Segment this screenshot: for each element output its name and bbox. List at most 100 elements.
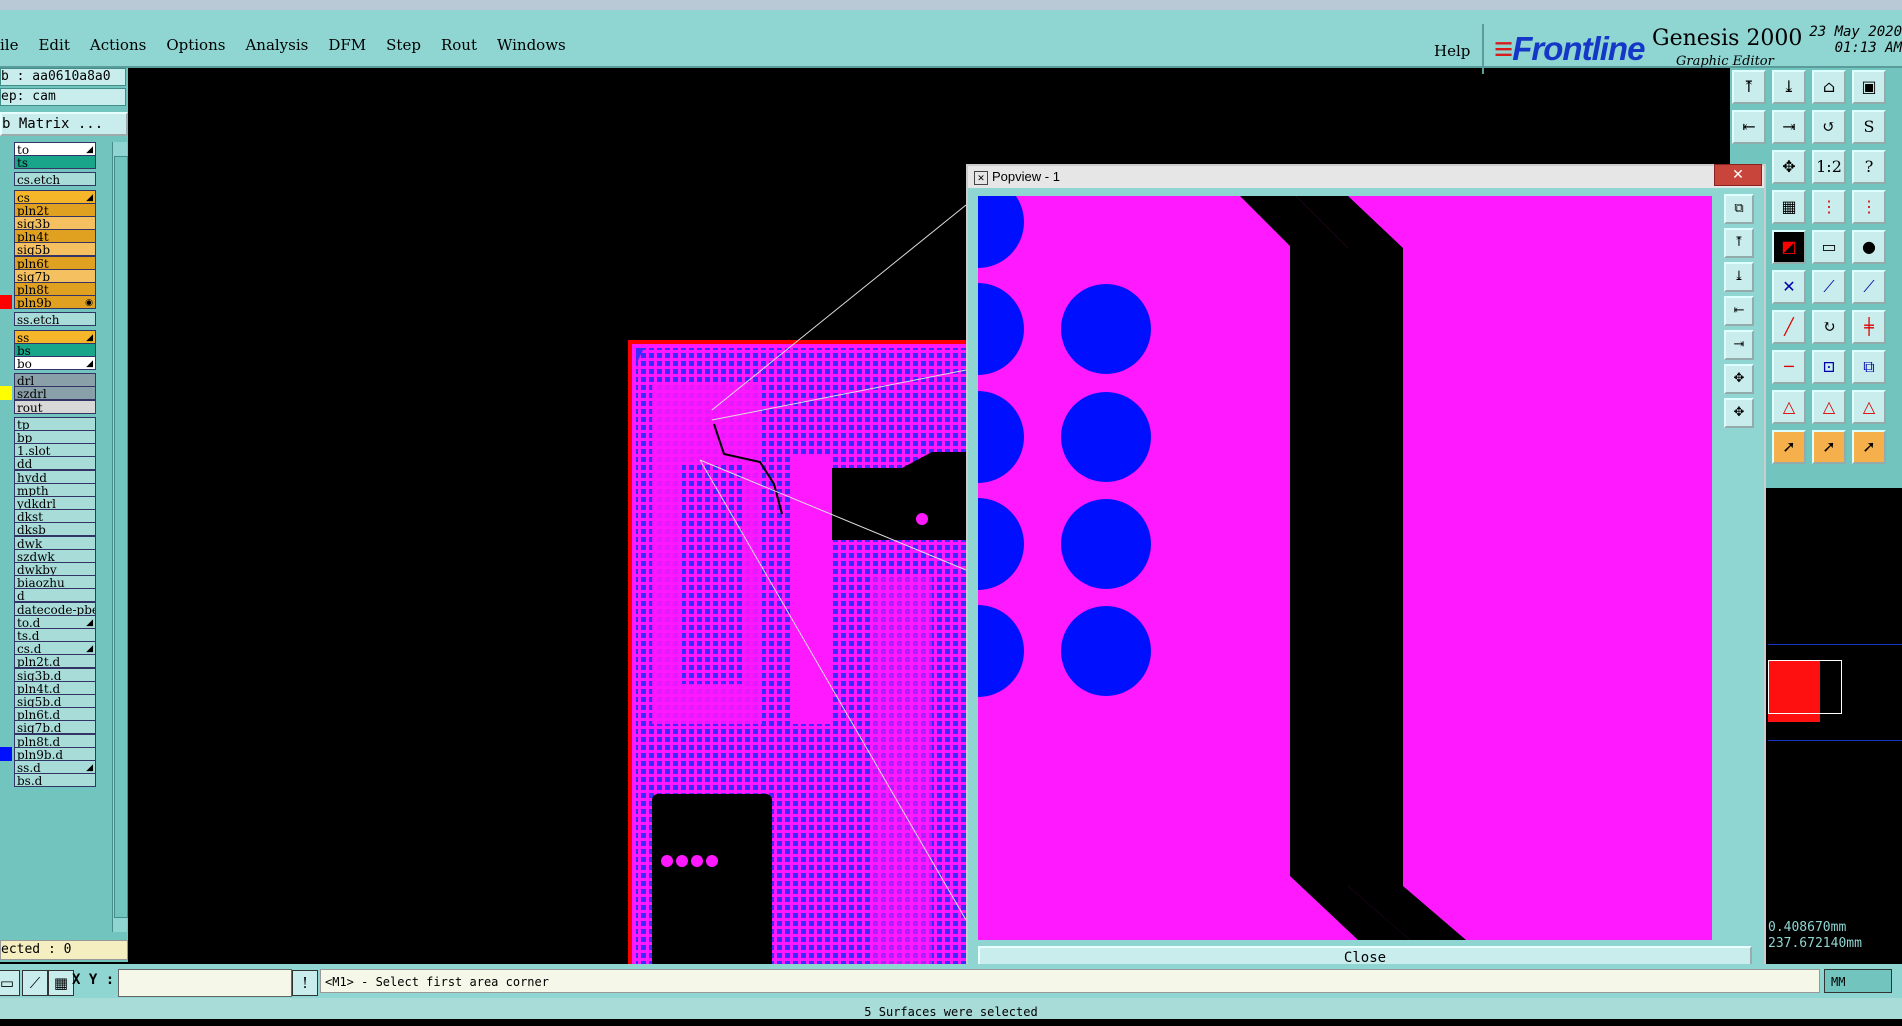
layer-item[interactable]: sig3b xyxy=(14,216,96,230)
layer-item[interactable]: drl xyxy=(14,373,96,388)
layer-item[interactable]: to.d ◢ xyxy=(14,614,96,629)
layer-item[interactable]: bs.d xyxy=(14,773,96,788)
pad-icon[interactable]: ● xyxy=(1852,230,1886,264)
select-icon[interactable]: ➚ xyxy=(1772,430,1806,464)
split-icon[interactable]: ╪ xyxy=(1852,310,1886,344)
menu-step[interactable]: Step xyxy=(376,32,431,62)
snap-icon[interactable]: S xyxy=(1852,110,1886,144)
menu-help[interactable]: Help xyxy=(1424,38,1480,64)
popview-canvas[interactable] xyxy=(978,196,1712,940)
layer-item[interactable]: ts.d xyxy=(14,628,96,642)
popview-fit-icon[interactable]: ✥ xyxy=(1724,364,1754,394)
scale-icon[interactable]: 1:2 xyxy=(1812,150,1846,184)
popview-pan-left-icon[interactable]: ⇤ xyxy=(1724,296,1754,326)
layer-item[interactable]: pln9b.d xyxy=(14,746,96,761)
layer-item[interactable]: ss.etch xyxy=(14,312,96,327)
layer-item[interactable]: pln4t xyxy=(14,229,96,244)
units-select[interactable]: MM xyxy=(1824,969,1892,993)
layer-item[interactable]: bp xyxy=(14,430,96,444)
layer-color-swatch[interactable] xyxy=(0,295,12,310)
layer-item[interactable]: cs.d ◢ xyxy=(14,641,96,656)
arc-icon[interactable]: ↻ xyxy=(1812,310,1846,344)
layer-item[interactable]: szdrl xyxy=(14,386,96,401)
layer-item[interactable]: hydd xyxy=(14,469,96,484)
popview-pan-right-icon[interactable]: ⇥ xyxy=(1724,330,1754,360)
redraw-icon[interactable]: ↺ xyxy=(1812,110,1846,144)
layer-item[interactable]: 1.slot xyxy=(14,443,96,458)
pan-left-icon[interactable]: ⇤ xyxy=(1732,110,1766,144)
layer-item[interactable]: bs xyxy=(14,342,96,357)
menu-analysis[interactable]: Analysis xyxy=(235,32,318,62)
menu-actions[interactable]: Actions xyxy=(80,32,156,62)
layer-item[interactable]: sig5b.d xyxy=(14,694,96,708)
line-point2-icon[interactable]: ⟋ xyxy=(1852,270,1886,304)
menu-windows[interactable]: Windows xyxy=(487,32,576,62)
triangle3-icon[interactable]: △ xyxy=(1852,390,1886,424)
layer-scrollbar[interactable] xyxy=(112,142,128,932)
menu-file[interactable]: ile xyxy=(0,32,28,62)
layer-item[interactable]: sig3b.d xyxy=(14,667,96,682)
job-matrix-button[interactable]: b Matrix ... xyxy=(0,112,128,136)
layer-item[interactable]: dwkby xyxy=(14,562,96,576)
copy-icon[interactable]: ⧉ xyxy=(1852,350,1886,384)
layer-item[interactable]: ts xyxy=(14,155,96,170)
layer-item[interactable]: pln8t.d xyxy=(14,733,96,748)
layer-item[interactable]: mpth xyxy=(14,482,96,497)
layer-item[interactable]: bo ◢ xyxy=(14,356,96,370)
grid-icon[interactable]: ▦ xyxy=(1772,190,1806,224)
layer-item[interactable]: pln4t.d xyxy=(14,680,96,695)
select3-icon[interactable]: ➚ xyxy=(1852,430,1886,464)
box-icon[interactable]: ⊡ xyxy=(1812,350,1846,384)
menu-edit[interactable]: Edit xyxy=(28,32,79,62)
xy-input[interactable] xyxy=(118,969,292,997)
hline-icon[interactable]: ─ xyxy=(1772,350,1806,384)
ruler-icon[interactable]: ▭ xyxy=(1812,230,1846,264)
pan-all-icon[interactable]: ✥ xyxy=(1772,150,1806,184)
layer-item[interactable]: biaozhu xyxy=(14,575,96,590)
cross-icon[interactable]: ✕ xyxy=(1772,270,1806,304)
info-icon[interactable]: ! xyxy=(292,970,318,996)
popview-pan-icon[interactable]: ✥ xyxy=(1724,398,1754,428)
net-select-icon[interactable]: ⋮ xyxy=(1852,190,1886,224)
popview-zoom-icon[interactable]: ⧉ xyxy=(1724,194,1754,224)
layer-color-swatch[interactable] xyxy=(0,746,12,761)
layer-item[interactable]: tp xyxy=(14,416,96,431)
menu-dfm[interactable]: DFM xyxy=(318,32,376,62)
menu-options[interactable]: Options xyxy=(156,32,235,62)
layer-item[interactable]: ss.d ◢ xyxy=(14,760,96,774)
help-icon[interactable]: ? xyxy=(1852,150,1886,184)
layer-item[interactable]: dksb xyxy=(14,522,96,537)
line-point-icon[interactable]: ⟋ xyxy=(1812,270,1846,304)
layer-item[interactable]: pln2t xyxy=(14,202,96,217)
home-icon[interactable]: ⌂ xyxy=(1812,70,1846,104)
layer-item[interactable]: dkst xyxy=(14,509,96,524)
layer-color-swatch[interactable] xyxy=(0,386,12,401)
pan-right-icon[interactable]: ⇥ xyxy=(1772,110,1806,144)
layer-item[interactable]: sig7b.d xyxy=(14,720,96,735)
layer-item[interactable]: cs.etch xyxy=(14,172,96,187)
layer-item[interactable]: pln2t.d xyxy=(14,654,96,669)
layer-item[interactable]: datecode-pbe xyxy=(14,601,96,616)
triangle-icon[interactable]: △ xyxy=(1772,390,1806,424)
popview-titlebar[interactable]: ✕ Popview - 1 xyxy=(968,166,1764,188)
net-icon[interactable]: ⋮ xyxy=(1812,190,1846,224)
popview-zoom-out-icon[interactable]: ⤓ xyxy=(1724,262,1754,292)
layer-item[interactable]: pln6t.d xyxy=(14,707,96,722)
zoom-in-icon[interactable]: ⤒ xyxy=(1732,70,1766,104)
menu-rout[interactable]: Rout xyxy=(431,32,487,62)
layer-item[interactable]: sig5b xyxy=(14,242,96,257)
layer-item[interactable]: szdwk xyxy=(14,548,96,563)
select2-icon[interactable]: ➚ xyxy=(1812,430,1846,464)
zoom-out-icon[interactable]: ⤓ xyxy=(1772,70,1806,104)
layer-item[interactable]: d xyxy=(14,588,96,603)
scrollbar-thumb[interactable] xyxy=(114,156,128,918)
layer-item[interactable]: sig7b xyxy=(14,268,96,283)
layer-item[interactable]: to ◢ xyxy=(14,142,96,156)
fit-window-icon[interactable]: ▣ xyxy=(1852,70,1886,104)
layer-item[interactable]: pln6t xyxy=(14,255,96,270)
layer-item[interactable]: pln8t xyxy=(14,282,96,296)
pcb-board-view[interactable] xyxy=(628,340,972,968)
layer-item[interactable]: dd xyxy=(14,456,96,471)
layer-item[interactable]: pln9b ◉ xyxy=(14,295,96,310)
layer-item[interactable]: ydkdrl xyxy=(14,496,96,510)
